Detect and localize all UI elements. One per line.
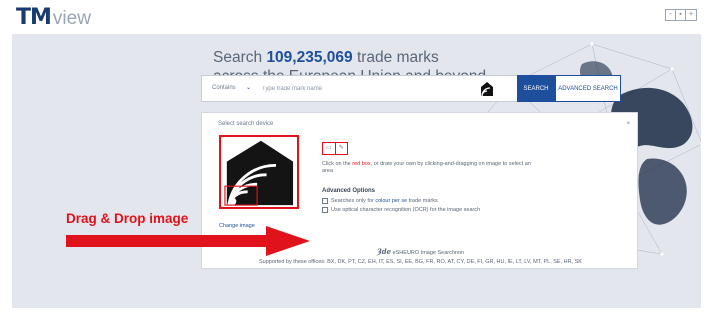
chevron-down-icon[interactable]: ⌄ xyxy=(246,84,251,91)
advanced-options-title: Advanced Options xyxy=(322,188,376,194)
checkbox-ocr[interactable] xyxy=(322,207,328,213)
trademark-search-input[interactable] xyxy=(262,84,462,94)
logo-tm: TM xyxy=(16,5,52,30)
panel-title: Select search device xyxy=(218,121,274,127)
tmview-logo[interactable]: TM view xyxy=(16,5,91,30)
selection-tools: ▭ ✎ xyxy=(322,142,348,155)
ocr-option[interactable]: Use optical character recognition (OCR) … xyxy=(322,207,480,213)
powered-text: eSHEURO Image Searchnon xyxy=(392,250,465,256)
trademark-count: 109,235,069 xyxy=(266,49,353,66)
option2-text: Use optical character recognition (OCR) … xyxy=(331,207,481,213)
image-search-icon[interactable] xyxy=(479,81,495,97)
instruction-text: Click on the red box, or draw your own b… xyxy=(322,161,532,175)
uploaded-image-preview[interactable] xyxy=(221,137,297,207)
top-bar: TM view - ▪ + xyxy=(0,0,713,34)
headline-suffix: trade marks xyxy=(356,49,439,66)
instruction-part1: Click on the xyxy=(322,161,351,167)
window-controls: - ▪ + xyxy=(665,9,697,21)
supported-offices: Supported by these offices: BX, DK, PT, … xyxy=(259,259,582,265)
rectangle-select-icon[interactable]: ▭ xyxy=(323,143,336,154)
maximize-icon[interactable]: ▪ xyxy=(676,10,686,20)
tmview-page: TM view - ▪ + Search 109,235,069 trade m… xyxy=(0,0,713,315)
expand-icon[interactable]: + xyxy=(686,10,696,20)
checkbox-colour[interactable] xyxy=(322,198,328,204)
search-button[interactable]: SEARCH xyxy=(517,75,555,102)
drag-drop-arrow-icon xyxy=(66,226,310,256)
pencil-icon[interactable]: ✎ xyxy=(336,143,348,154)
option1-text-a: Searches only for xyxy=(331,198,374,204)
close-icon[interactable]: × xyxy=(626,121,630,127)
search-bar: Contains ⌄ xyxy=(201,75,520,102)
option1-text-b: trade marks xyxy=(408,198,438,204)
minimize-icon[interactable]: - xyxy=(666,10,676,20)
image-drop-zone[interactable] xyxy=(219,135,299,209)
headline-prefix: Search xyxy=(213,49,263,66)
colour-per-se-option[interactable]: Searches only for colour per se trade ma… xyxy=(322,198,438,204)
powered-logo: Ȝde xyxy=(376,247,392,256)
advanced-search-button[interactable]: ADVANCED SEARCH xyxy=(555,75,621,102)
drag-drop-annotation-label: Drag & Drop image xyxy=(66,211,189,226)
option1-text-blue: colour per se xyxy=(375,198,408,204)
contains-dropdown[interactable]: Contains xyxy=(212,85,236,91)
instruction-red-box: red box, xyxy=(352,161,373,167)
logo-view: view xyxy=(52,8,91,29)
